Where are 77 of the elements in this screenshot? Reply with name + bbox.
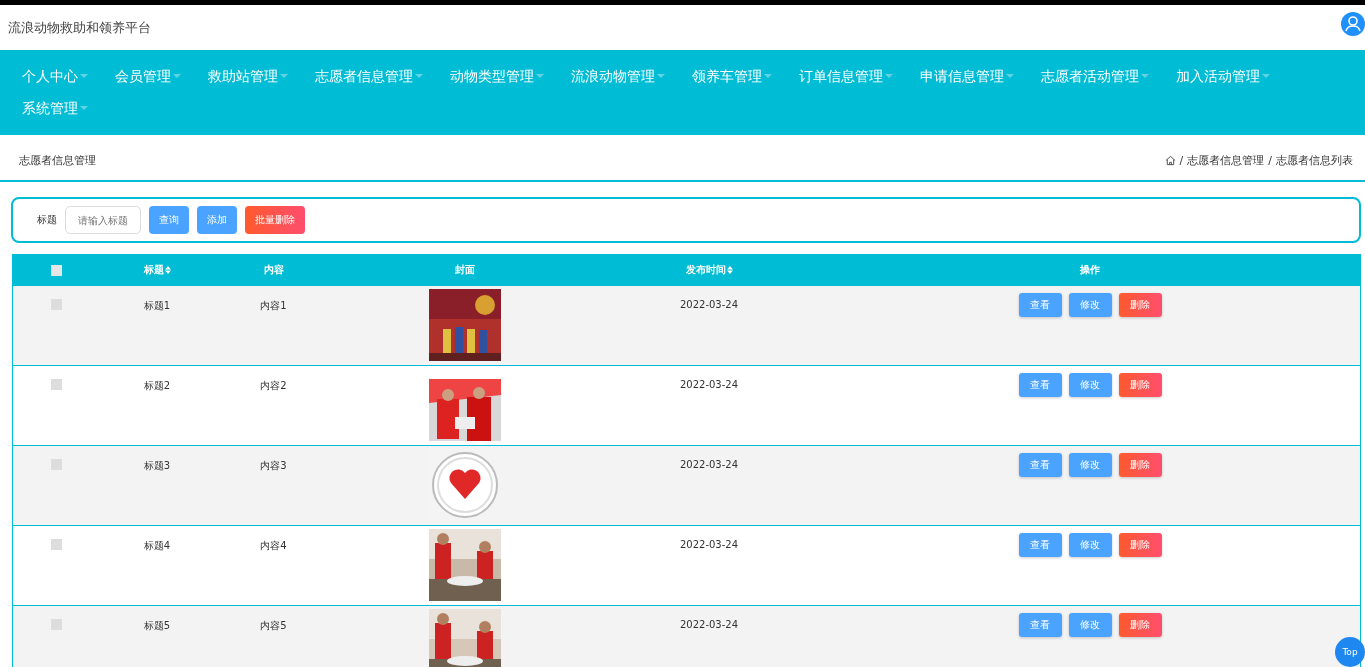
caret-icon xyxy=(1141,73,1149,79)
table-cell: 2022-03-24 xyxy=(679,619,739,630)
caret-icon xyxy=(764,73,772,79)
row-action-button[interactable]: 查看 xyxy=(1018,373,1062,397)
row-action-button[interactable]: 修改 xyxy=(1068,533,1112,557)
row-action-button[interactable]: 查看 xyxy=(1018,613,1062,637)
toolbar-button[interactable]: 批量删除 xyxy=(245,206,305,234)
row-action-button[interactable]: 删除 xyxy=(1118,533,1162,557)
table-cell: 内容3 xyxy=(260,459,287,473)
table-cell: 内容2 xyxy=(260,379,287,393)
nav-menu-item[interactable]: 领养车管理 xyxy=(692,60,772,92)
breadcrumb-link[interactable]: 志愿者信息列表 xyxy=(1276,152,1353,168)
nav-menu-item[interactable]: 流浪动物管理 xyxy=(571,60,665,92)
table-cell: 内容5 xyxy=(260,619,287,633)
table-cell: 标题3 xyxy=(143,459,171,473)
caret-icon xyxy=(1006,73,1014,79)
caret-icon xyxy=(280,73,288,79)
column-header: 操作 xyxy=(1080,263,1100,277)
app-title: 流浪动物救助和领养平台 xyxy=(8,18,151,37)
row-action-button[interactable]: 删除 xyxy=(1118,293,1162,317)
breadcrumb-separator: / xyxy=(1268,153,1272,167)
row-action-button[interactable]: 删除 xyxy=(1118,373,1162,397)
breadcrumb-link[interactable]: 志愿者信息管理 xyxy=(1187,152,1265,168)
table-cell: 标题4 xyxy=(143,539,171,553)
table-cell: 内容4 xyxy=(260,539,287,553)
nav-menu-item[interactable]: 会员管理 xyxy=(115,60,181,92)
row-action-button[interactable]: 查看 xyxy=(1018,293,1062,317)
column-header: 封面 xyxy=(455,263,475,277)
nav-menu-item[interactable]: 系统管理 xyxy=(22,92,88,124)
table-cell: 2022-03-24 xyxy=(679,539,739,550)
caret-icon xyxy=(415,73,423,79)
nav-menu-item[interactable]: 订单信息管理 xyxy=(799,60,893,92)
nav-menu-item[interactable]: 救助站管理 xyxy=(208,60,288,92)
field-label: 标题 xyxy=(37,213,57,227)
table-cell: 内容1 xyxy=(260,299,287,313)
nav-menu-item[interactable]: 志愿者信息管理 xyxy=(315,60,423,92)
toolbar-button[interactable]: 查询 xyxy=(149,206,189,234)
table-cell: 标题1 xyxy=(143,299,171,313)
caret-icon xyxy=(536,73,544,79)
caret-icon xyxy=(80,73,88,79)
table-cell: 标题5 xyxy=(143,619,171,633)
checkbox[interactable] xyxy=(50,539,62,550)
table-cell: 2022-03-24 xyxy=(679,459,739,470)
nav-menu-item[interactable]: 志愿者活动管理 xyxy=(1041,60,1149,92)
row-action-button[interactable]: 修改 xyxy=(1068,453,1112,477)
column-header[interactable]: 标题 xyxy=(143,263,171,277)
caret-icon xyxy=(1262,73,1270,79)
table-cell: 标题2 xyxy=(143,379,171,393)
caret-icon xyxy=(885,73,893,79)
sort-icon xyxy=(164,266,171,274)
page-title: 志愿者信息管理 xyxy=(19,152,96,168)
column-header[interactable]: 发布时间 xyxy=(685,263,733,277)
row-action-button[interactable]: 删除 xyxy=(1118,613,1162,637)
row-action-button[interactable]: 查看 xyxy=(1018,533,1062,557)
checkbox[interactable] xyxy=(50,379,62,390)
nav-menu-item[interactable]: 加入活动管理 xyxy=(1176,60,1270,92)
column-header: 内容 xyxy=(263,263,284,277)
sort-icon xyxy=(726,266,733,274)
breadcrumb-separator: / xyxy=(1179,153,1184,167)
row-action-button[interactable]: 删除 xyxy=(1118,453,1162,477)
caret-icon xyxy=(657,73,665,79)
row-action-button[interactable]: 修改 xyxy=(1068,293,1112,317)
row-action-button[interactable]: 修改 xyxy=(1068,373,1112,397)
title-search-field[interactable]: 请输入标题 xyxy=(65,206,141,234)
checkbox[interactable] xyxy=(50,264,62,276)
user-avatar-icon[interactable] xyxy=(1341,11,1365,36)
row-action-button[interactable]: 查看 xyxy=(1018,453,1062,477)
row-action-button[interactable]: 修改 xyxy=(1068,613,1112,637)
nav-menu-item[interactable]: 申请信息管理 xyxy=(920,60,1014,92)
nav-menu-item[interactable]: 动物类型管理 xyxy=(450,60,544,92)
caret-icon xyxy=(80,105,88,111)
toolbar-button[interactable]: 添加 xyxy=(197,206,237,234)
table-cell: 2022-03-24 xyxy=(679,299,739,310)
caret-icon xyxy=(173,73,181,79)
table-cell: 2022-03-24 xyxy=(679,379,739,390)
nav-menu-item[interactable]: 个人中心 xyxy=(22,60,88,92)
home-icon[interactable] xyxy=(1164,154,1176,166)
